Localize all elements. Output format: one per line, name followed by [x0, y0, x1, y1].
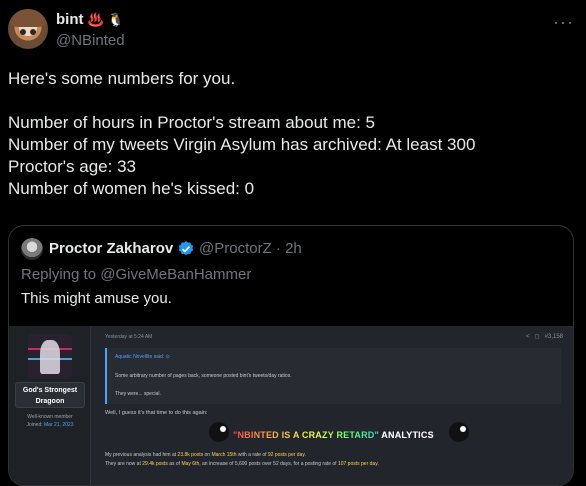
banner-title: "NBINTED IS A CRAZY RETARD" ANALYTICS [233, 430, 434, 440]
highlight-span: 29.4k posts [142, 461, 168, 467]
tweet-line: Number of my tweets Virgin Asylum has ar… [8, 135, 476, 154]
forum-user-panel: God's Strongest Dragoon Well-known membe… [9, 326, 91, 485]
quoted-display-name[interactable]: Proctor Zakharov [49, 240, 173, 257]
quoted-avatar[interactable] [21, 238, 43, 260]
avatar-eye [20, 29, 26, 35]
forum-username: God's Strongest Dragoon [15, 382, 85, 408]
bomb-left-icon [209, 422, 229, 442]
highlight-span: 107 posts per day [337, 461, 378, 467]
highlight-span: May 6th [181, 461, 200, 467]
author-display-name[interactable]: bint [56, 11, 84, 28]
text-span: . [304, 452, 306, 458]
tweet-line: Number of hours in Proctor's stream abou… [8, 113, 376, 132]
forum-quote-block: Aquatic Novellite said: ⊙ Some arbitrary… [105, 348, 561, 404]
tweet-line [8, 90, 578, 112]
text-span: My previous analysis had him at [105, 452, 178, 458]
forum-post-number: #3,158 [544, 334, 563, 340]
hot-springs-emoji: ♨️ [87, 12, 104, 27]
tweet-line: Proctor's age: 33 [8, 157, 136, 176]
forum-avatar [28, 334, 72, 378]
attached-image[interactable]: God's Strongest Dragoon Well-known membe… [9, 326, 573, 485]
forum-joined-date: Mar 21, 2023 [44, 422, 74, 428]
bomb-right-icon [449, 422, 469, 442]
forum-joined: Joined: Mar 21, 2023 [9, 422, 91, 428]
forum-post-time: Yesterday at 5:24 AM [105, 334, 153, 340]
text-span: with a rate of [236, 452, 268, 458]
text-span: as of [167, 461, 182, 467]
tweet: bint ♨️ 🐧 @NBinted ··· Here's some numbe… [0, 0, 586, 486]
forum-member-title: Well-known member [27, 414, 73, 420]
author-name-row: bint ♨️ 🐧 [56, 11, 124, 28]
highlight-span: March 15th [211, 452, 237, 458]
avatar-figure [40, 340, 60, 374]
quoted-text: This might amuse you. [21, 290, 172, 307]
highlight-span: 23.8k posts [177, 452, 204, 458]
penguin-emoji: 🐧 [107, 12, 124, 27]
author-handle[interactable]: @NBinted [56, 32, 125, 49]
forum-quote-text: Some arbitrary number of pages back, som… [115, 373, 292, 379]
forum-quote-text: They were... special. [115, 391, 161, 397]
forum-post-text: They are now at 29.4k posts as of May 6t… [105, 461, 379, 467]
replying-to: Replying to @GiveMeBanHammer [21, 266, 251, 283]
tweet-line: Here's some numbers for you. [8, 69, 236, 88]
text-span: They are now at [105, 461, 143, 467]
text-span: , an increase of 5,600 posts over 52 day… [199, 461, 338, 467]
replying-prefix: Replying to [21, 266, 97, 283]
forum-quote-author: Aquatic Novellite said: ⊙ [115, 354, 170, 360]
highlight-span: 92 posts per day [267, 452, 305, 458]
quoted-handle-time[interactable]: @ProctorZ · 2h [199, 240, 302, 257]
avatar-hair [8, 9, 48, 27]
banner-rest: ANALYTICS [378, 430, 434, 440]
forum-post-icons: < ◻ #3,158 [526, 333, 563, 340]
text-span: . [377, 461, 379, 467]
quoted-tweet[interactable]: Proctor Zakharov @ProctorZ · 2h Replying… [8, 225, 574, 486]
avatar[interactable] [8, 9, 48, 49]
bookmark-icon: ◻ [534, 334, 540, 340]
forum-post-text: Well, I guess it's that time to do this … [105, 410, 208, 416]
avatar-eye [30, 29, 36, 35]
forum-post-text: My previous analysis had him at 23.8k po… [105, 452, 306, 458]
tweet-text: Here's some numbers for you. Number of h… [8, 68, 578, 200]
forum-joined-label: Joined: [26, 422, 43, 428]
analytics-banner: "NBINTED IS A CRAZY RETARD" ANALYTICS [209, 422, 469, 450]
banner-main: "NBINTED IS A CRAZY RETARD" [233, 430, 379, 440]
verified-badge-icon [178, 241, 194, 256]
ellipsis-icon[interactable]: ··· [553, 12, 574, 33]
share-icon: < [526, 334, 530, 340]
replying-to-handle[interactable]: @GiveMeBanHammer [100, 266, 251, 283]
tweet-line: Number of women he's kissed: 0 [8, 179, 255, 198]
